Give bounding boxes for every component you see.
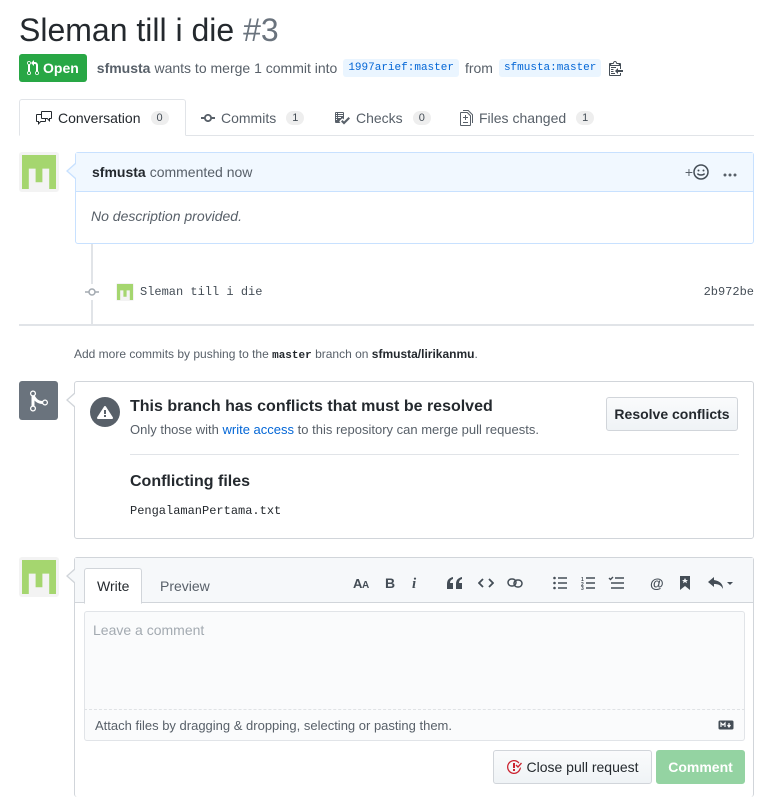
conflict-subtitle: Only those with write access to this rep… — [130, 422, 539, 437]
tab-counter: 0 — [412, 110, 431, 125]
svg-text:B: B — [385, 576, 395, 590]
timeline-divider — [19, 324, 754, 326]
bullet-list-icon[interactable] — [553, 574, 567, 592]
tab-label: Commits — [221, 109, 277, 126]
page-title: Sleman till i die #3 — [19, 8, 279, 52]
composer-caret-inner — [68, 569, 76, 583]
head-branch[interactable]: sfmusta:master — [498, 59, 602, 77]
commit-icon — [201, 113, 215, 122]
resolve-conflicts-button[interactable]: Resolve conflicts — [606, 397, 738, 431]
author-link[interactable]: sfmusta — [97, 60, 151, 76]
clipboard-icon[interactable] — [609, 60, 624, 76]
write-access-link[interactable]: write access — [223, 422, 295, 437]
note-text: Add more commits by pushing to the — [74, 347, 269, 361]
base-branch[interactable]: 1997arief:master — [343, 59, 459, 77]
pr-number: #3 — [243, 12, 279, 48]
mention-icon[interactable]: @ — [650, 574, 665, 592]
tab-write[interactable]: Write — [84, 568, 143, 604]
italic-icon[interactable]: i — [411, 574, 419, 592]
svg-text:A: A — [362, 580, 369, 589]
note-branch: master — [272, 350, 312, 362]
tab-conversation[interactable]: Conversation 0 — [19, 99, 186, 136]
tab-files-changed[interactable]: Files changed 1 — [460, 99, 595, 136]
close-label: Close pull request — [526, 759, 639, 775]
conflicting-files-title: Conflicting files — [130, 473, 250, 490]
composer-header: Write Preview AA B i 123 @ — [75, 558, 753, 604]
from-text: from — [464, 60, 493, 76]
close-pull-request-button[interactable]: Close pull request — [493, 750, 652, 784]
commit-row: Sleman till i die 2b972be — [84, 282, 754, 302]
tab-preview[interactable]: Preview — [148, 568, 222, 604]
link-icon[interactable] — [507, 574, 523, 592]
comment-discussion-icon — [36, 110, 52, 125]
bookmark-icon[interactable] — [680, 574, 690, 592]
svg-text:@: @ — [650, 576, 664, 591]
tab-commits[interactable]: Commits 1 — [201, 99, 305, 136]
comment-caret-inner — [68, 164, 76, 178]
comment-author[interactable]: sfmusta — [92, 164, 146, 180]
identicon-icon — [22, 155, 56, 189]
identicon-icon — [22, 560, 56, 594]
pr-meta: Open sfmusta wants to merge 1 commit int… — [19, 54, 624, 82]
note-text: . — [474, 347, 478, 361]
tab-counter: 1 — [576, 110, 595, 125]
comment-textarea[interactable]: Leave a comment — [84, 611, 745, 710]
conflict-title: This branch has conflicts that must be r… — [130, 398, 493, 415]
note-text: branch on — [315, 347, 369, 361]
merge-caret-inner — [68, 393, 76, 407]
attach-text: Attach files by dragging & dropping, sel… — [95, 717, 452, 733]
code-icon[interactable] — [478, 574, 494, 592]
avatar[interactable] — [19, 557, 59, 597]
commit-message[interactable]: Sleman till i die — [140, 285, 262, 299]
pull-request-icon — [27, 60, 39, 76]
tab-counter: 1 — [286, 110, 305, 125]
comment-body: No description provided. — [91, 208, 242, 224]
identicon-icon — [117, 284, 133, 300]
comment-header: sfmusta commented now + — [76, 153, 753, 192]
tab-checks[interactable]: Checks 0 — [334, 99, 431, 136]
alert-icon — [90, 397, 120, 427]
add-commits-note: Add more commits by pushing to the maste… — [74, 347, 478, 362]
task-list-icon[interactable] — [608, 574, 624, 592]
comment-box: sfmusta commented now + No description p… — [75, 152, 754, 244]
file-diff-icon — [460, 109, 473, 126]
conflict-sub-text: Only those with — [130, 422, 219, 437]
svg-text:i: i — [412, 576, 417, 590]
comment-button[interactable]: Comment — [656, 750, 745, 784]
add-reaction-icon[interactable]: + — [685, 164, 709, 180]
conflicting-file: PengalamanPertama.txt — [130, 504, 282, 518]
merge-text: wants to merge 1 commit into — [154, 60, 338, 76]
conflict-sub-text: to this repository can merge pull reques… — [297, 422, 539, 437]
reply-icon[interactable] — [708, 574, 734, 592]
pr-title: Sleman till i die — [19, 12, 235, 48]
text-size-icon[interactable]: AA — [353, 574, 371, 592]
checklist-icon — [335, 111, 350, 124]
state-label: Open — [43, 60, 79, 76]
tab-counter: 0 — [150, 110, 169, 125]
kebab-menu-icon[interactable] — [723, 164, 737, 180]
avatar[interactable] — [19, 152, 59, 192]
git-merge-icon — [19, 381, 58, 420]
tab-label: Conversation — [58, 109, 141, 126]
bold-icon[interactable]: B — [385, 574, 395, 592]
quote-icon[interactable] — [447, 574, 463, 592]
pr-tabs: Conversation 0 Commits 1 Checks 0 Files … — [19, 99, 754, 136]
note-repo[interactable]: sfmusta/lirikanmu — [372, 347, 475, 361]
tab-label: Files changed — [479, 109, 567, 126]
svg-text:3: 3 — [581, 586, 584, 590]
attach-files-bar[interactable]: Attach files by dragging & dropping, sel… — [84, 710, 745, 741]
numbered-list-icon[interactable]: 123 — [581, 574, 595, 592]
issue-closed-icon — [507, 760, 523, 774]
state-badge: Open — [19, 54, 87, 82]
tab-label: Checks — [356, 109, 403, 126]
merge-divider — [130, 454, 739, 455]
commit-avatar[interactable] — [116, 283, 134, 301]
commit-sha[interactable]: 2b972be — [704, 285, 754, 299]
comment-time: commented now — [149, 164, 253, 180]
markdown-icon[interactable] — [718, 718, 734, 733]
commit-icon — [84, 284, 100, 300]
